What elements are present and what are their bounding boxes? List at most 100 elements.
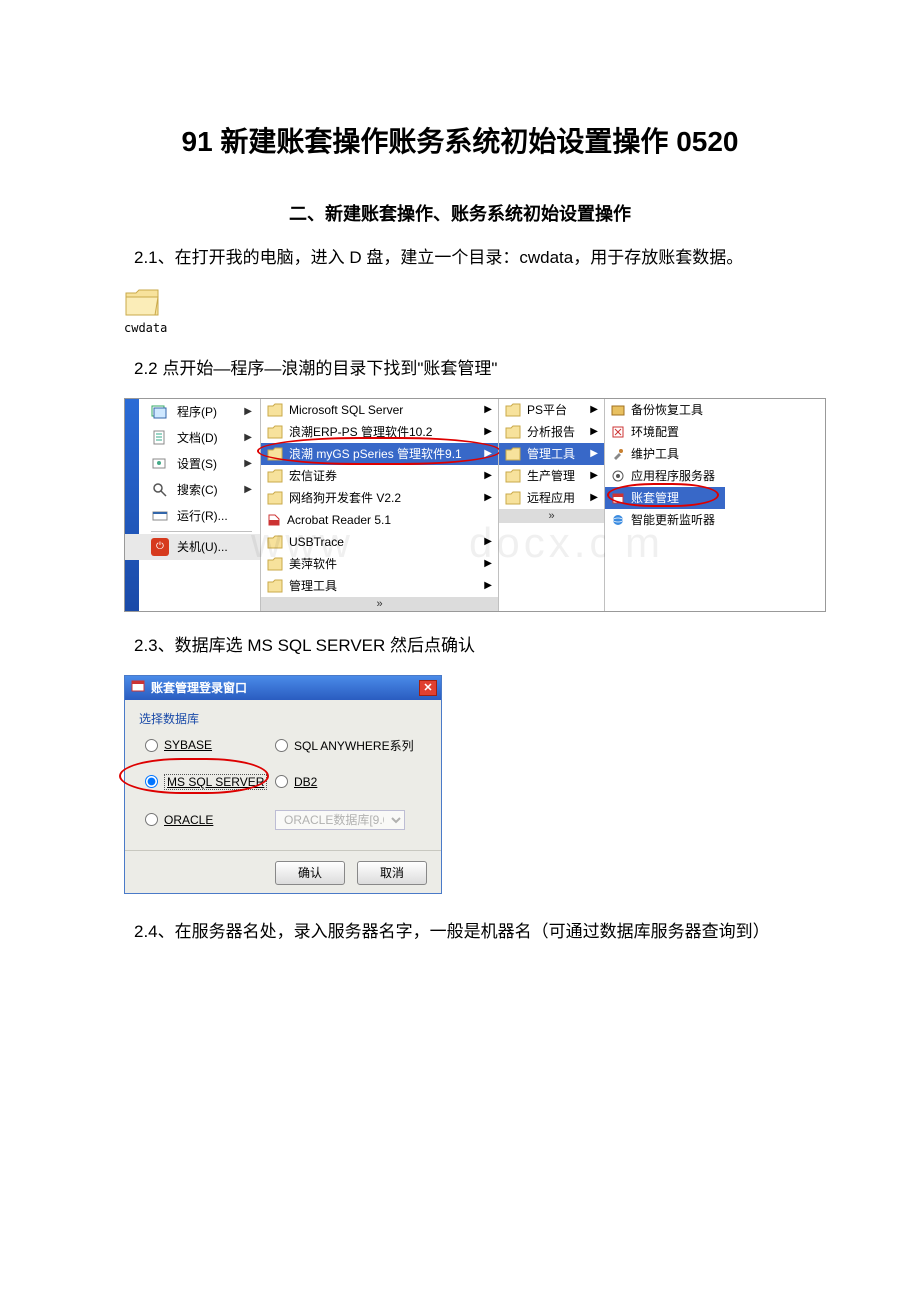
monitor-icon [611, 513, 625, 527]
menu-label: 宏信证券 [289, 467, 337, 484]
menu-item[interactable]: 环境配置 [605, 421, 725, 443]
folder-icon [505, 491, 521, 505]
menu-item[interactable]: 网络狗开发套件 V2.2 ▶ [261, 487, 498, 509]
startmenu-item-settings[interactable]: 设置(S) ▶ [125, 451, 260, 477]
search-icon [151, 481, 169, 499]
server-icon [611, 469, 625, 483]
folder-icon [124, 287, 160, 317]
startmenu-item-shutdown[interactable]: ⏻ 关机(U)... [125, 534, 260, 560]
radio-db2[interactable]: DB2 [275, 775, 427, 789]
radio-input[interactable] [275, 775, 288, 788]
group-label: 选择数据库 [139, 710, 427, 727]
pdf-icon [267, 513, 281, 527]
menu-item[interactable]: 浪潮ERP-PS 管理软件10.2 ▶ [261, 421, 498, 443]
backup-icon [611, 403, 625, 417]
radio-label: DB2 [294, 775, 317, 789]
menu-item[interactable]: 生产管理 ▶ [499, 465, 604, 487]
menu-item-highlighted[interactable]: 浪潮 myGS pSeries 管理软件9.1 ▶ [261, 443, 498, 465]
menu-label: 网络狗开发套件 V2.2 [289, 489, 401, 506]
menu-label: PS平台 [527, 401, 567, 418]
login-dialog: 账套管理登录窗口 ✕ 选择数据库 SYBASE SQL ANYWHERE系列 M… [124, 675, 442, 894]
folder-icon [267, 579, 283, 593]
menu-label: 生产管理 [527, 467, 575, 484]
startmenu-item-documents[interactable]: 文档(D) ▶ [125, 425, 260, 451]
menu-item[interactable]: USBTrace ▶ [261, 531, 498, 553]
menu-item[interactable]: 管理工具 ▶ [261, 575, 498, 597]
radio-input[interactable] [145, 813, 158, 826]
startmenu-item-run[interactable]: 运行(R)... [125, 503, 260, 529]
menu-label: 环境配置 [631, 423, 679, 440]
menu-item[interactable]: Microsoft SQL Server ▶ [261, 399, 498, 421]
para-2-4: 2.4、在服务器名处，录入服务器名字，一般是机器名（可通过数据库服务器查询到） [100, 918, 820, 947]
para-2-1: 2.1、在打开我的电脑，进入 D 盘，建立一个目录：cwdata，用于存放账套数… [100, 244, 820, 273]
dialog-title-text: 账套管理登录窗口 [151, 679, 247, 696]
chevron-right-icon: ▶ [484, 492, 492, 503]
maint-icon [611, 447, 625, 461]
menu-item[interactable]: Acrobat Reader 5.1 [261, 509, 498, 531]
chevron-right-icon: ▶ [484, 580, 492, 591]
menu-label: 账套管理 [631, 489, 679, 506]
menu-item[interactable]: 分析报告 ▶ [499, 421, 604, 443]
chevron-right-icon: ▶ [590, 470, 598, 481]
menu-item[interactable]: 智能更新监听器 [605, 509, 725, 531]
menu-label: 浪潮 myGS pSeries 管理软件9.1 [289, 445, 462, 462]
radio-input[interactable] [275, 739, 288, 752]
chevron-right-icon: ▶ [484, 558, 492, 569]
menu-label: 远程应用 [527, 489, 575, 506]
menu-expand[interactable]: » [499, 509, 604, 523]
chevron-right-icon: ▶ [590, 448, 598, 459]
radio-sybase[interactable]: SYBASE [145, 738, 275, 752]
menu-item-highlighted[interactable]: 管理工具 ▶ [499, 443, 604, 465]
startmenu-item-programs[interactable]: 程序(P) ▶ [125, 399, 260, 425]
page-title: 91 新建账套操作账务系统初始设置操作 0520 [100, 120, 820, 160]
menu-item[interactable]: 宏信证券 ▶ [261, 465, 498, 487]
oracle-version-select[interactable]: ORACLE数据库[9.0 [275, 810, 405, 830]
folder-icon [505, 447, 521, 461]
chevron-right-icon: ▶ [484, 470, 492, 481]
radio-input[interactable] [145, 739, 158, 752]
radio-label: ORACLE [164, 813, 213, 827]
folder-label: cwdata [124, 321, 820, 335]
menu-label: 应用程序服务器 [631, 467, 715, 484]
chevron-right-icon: ▶ [244, 432, 252, 443]
close-button[interactable]: ✕ [419, 680, 437, 696]
startmenu-item-search[interactable]: 搜索(C) ▶ [125, 477, 260, 503]
ok-button[interactable]: 确认 [275, 861, 345, 885]
menu-label: 管理工具 [289, 577, 337, 594]
menu-label: 浪潮ERP-PS 管理软件10.2 [289, 423, 432, 440]
menu-item[interactable]: PS平台 ▶ [499, 399, 604, 421]
menu-expand[interactable]: » [261, 597, 498, 611]
dialog-titlebar: 账套管理登录窗口 ✕ [125, 676, 441, 700]
menu-label: Acrobat Reader 5.1 [287, 513, 391, 527]
para-2-2: 2.2 点开始—程序—浪潮的目录下找到"账套管理" [100, 355, 820, 384]
radio-sqlanywhere[interactable]: SQL ANYWHERE系列 [275, 737, 427, 754]
menu-item[interactable]: 远程应用 ▶ [499, 487, 604, 509]
chevron-right-icon: ▶ [484, 404, 492, 415]
folder-icon [267, 469, 283, 483]
menu-item[interactable]: 应用程序服务器 [605, 465, 725, 487]
startmenu-column-3: PS平台 ▶ 分析报告 ▶ 管理工具 ▶ 生产管理 ▶ 远程应用 ▶ » doc… [499, 399, 605, 611]
menu-label: 分析报告 [527, 423, 575, 440]
cancel-button[interactable]: 取消 [357, 861, 427, 885]
programs-icon [151, 403, 169, 421]
folder-icon [267, 535, 283, 549]
menu-item-account-manage[interactable]: 账套管理 [605, 487, 725, 509]
menu-item[interactable]: 维护工具 [605, 443, 725, 465]
chevron-right-icon: ▶ [590, 492, 598, 503]
startmenu-column-1: 程序(P) ▶ 文档(D) ▶ 设置(S) ▶ 搜索(C) ▶ [125, 399, 261, 611]
startmenu-separator [151, 531, 252, 532]
startmenu-column-2: Microsoft SQL Server ▶ 浪潮ERP-PS 管理软件10.2… [261, 399, 499, 611]
menu-label: 备份恢复工具 [631, 401, 703, 418]
folder-icon [505, 403, 521, 417]
settings-icon [151, 455, 169, 473]
env-icon [611, 425, 625, 439]
radio-input[interactable] [145, 775, 158, 788]
start-menu-figure: 程序(P) ▶ 文档(D) ▶ 设置(S) ▶ 搜索(C) ▶ [124, 398, 826, 612]
menu-item[interactable]: 美萍软件 ▶ [261, 553, 498, 575]
chevron-right-icon: ▶ [590, 404, 598, 415]
folder-figure: cwdata [124, 287, 820, 335]
menu-item[interactable]: 备份恢复工具 [605, 399, 725, 421]
radio-oracle[interactable]: ORACLE [145, 813, 275, 827]
radio-mssql[interactable]: MS SQL SERVER [145, 774, 275, 790]
startmenu-label: 文档(D) [177, 429, 218, 446]
